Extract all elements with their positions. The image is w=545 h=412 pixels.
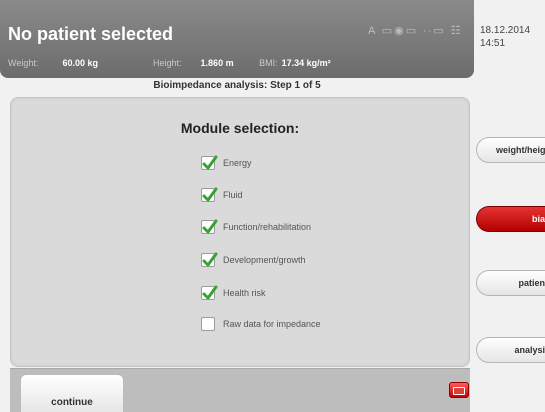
health-risk-label: Health risk (223, 288, 266, 298)
checkmark-icon (202, 285, 218, 300)
weight-label: Weight: (8, 58, 39, 68)
step-title: Bioimpedance analysis: Step 1 of 5 (153, 80, 321, 91)
height-value: 1.860 m (200, 58, 234, 68)
side-tab-patient[interactable]: patien (476, 270, 545, 296)
cancel-icon[interactable] (449, 382, 469, 398)
side-tab-label: weight/heigh (496, 145, 545, 155)
checkmark-icon (202, 187, 218, 202)
weight-value: 60.00 kg (62, 58, 99, 68)
option-raw-data-impedance[interactable]: Raw data for impedance (201, 316, 321, 332)
side-tab-label: analysi (514, 345, 545, 355)
continue-label: continue (51, 397, 93, 408)
bmi-label: BMI: (259, 58, 278, 68)
status-icons: A ▭◉▭ ∙∙▭ ☷ (368, 25, 463, 37)
development-growth-label: Development/growth (223, 255, 306, 265)
side-tab-analysis[interactable]: analysi (476, 337, 545, 363)
side-tab-label: patien (518, 278, 545, 288)
module-selection-panel: Module selection: Energy Fluid Function/… (10, 97, 470, 367)
patient-header: No patient selected A ▭◉▭ ∙∙▭ ☷ Weight: … (0, 0, 474, 78)
raw-data-impedance-checkbox[interactable] (201, 317, 215, 331)
side-tab-bia[interactable]: bia (476, 206, 545, 232)
height-label: Height: (153, 58, 182, 68)
function-rehabilitation-label: Function/rehabilitation (223, 222, 312, 232)
option-fluid[interactable]: Fluid (201, 187, 243, 203)
energy-label: Energy (223, 158, 252, 168)
time: 14:51 (480, 38, 506, 49)
energy-checkbox[interactable] (201, 155, 218, 170)
checkmark-icon (202, 252, 218, 267)
side-tab-weight-height[interactable]: weight/heigh (476, 137, 545, 163)
patient-title: No patient selected (8, 24, 174, 44)
patient-metrics: Weight: 60.00 kg Height: 1.860 m BMI: 17… (8, 58, 331, 68)
date: 18.12.2014 (480, 25, 531, 36)
checkmark-icon (202, 219, 218, 234)
raw-data-impedance-label: Raw data for impedance (223, 319, 321, 329)
bmi-value: 17.34 kg/m² (281, 58, 331, 68)
function-rehabilitation-checkbox[interactable] (201, 219, 218, 234)
health-risk-checkbox[interactable] (201, 285, 218, 300)
option-energy[interactable]: Energy (201, 155, 252, 171)
fluid-label: Fluid (223, 190, 243, 200)
development-growth-checkbox[interactable] (201, 252, 218, 267)
continue-button[interactable]: continue (20, 374, 124, 412)
side-tab-label: bia (531, 214, 545, 224)
option-health-risk[interactable]: Health risk (201, 285, 266, 301)
panel-heading: Module selection: (180, 120, 300, 136)
checkmark-icon (202, 155, 218, 170)
datetime: 18.12.2014 14:51 (480, 24, 530, 50)
option-function-rehabilitation[interactable]: Function/rehabilitation (201, 219, 311, 235)
fluid-checkbox[interactable] (201, 187, 218, 202)
option-development-growth[interactable]: Development/growth (201, 252, 306, 268)
